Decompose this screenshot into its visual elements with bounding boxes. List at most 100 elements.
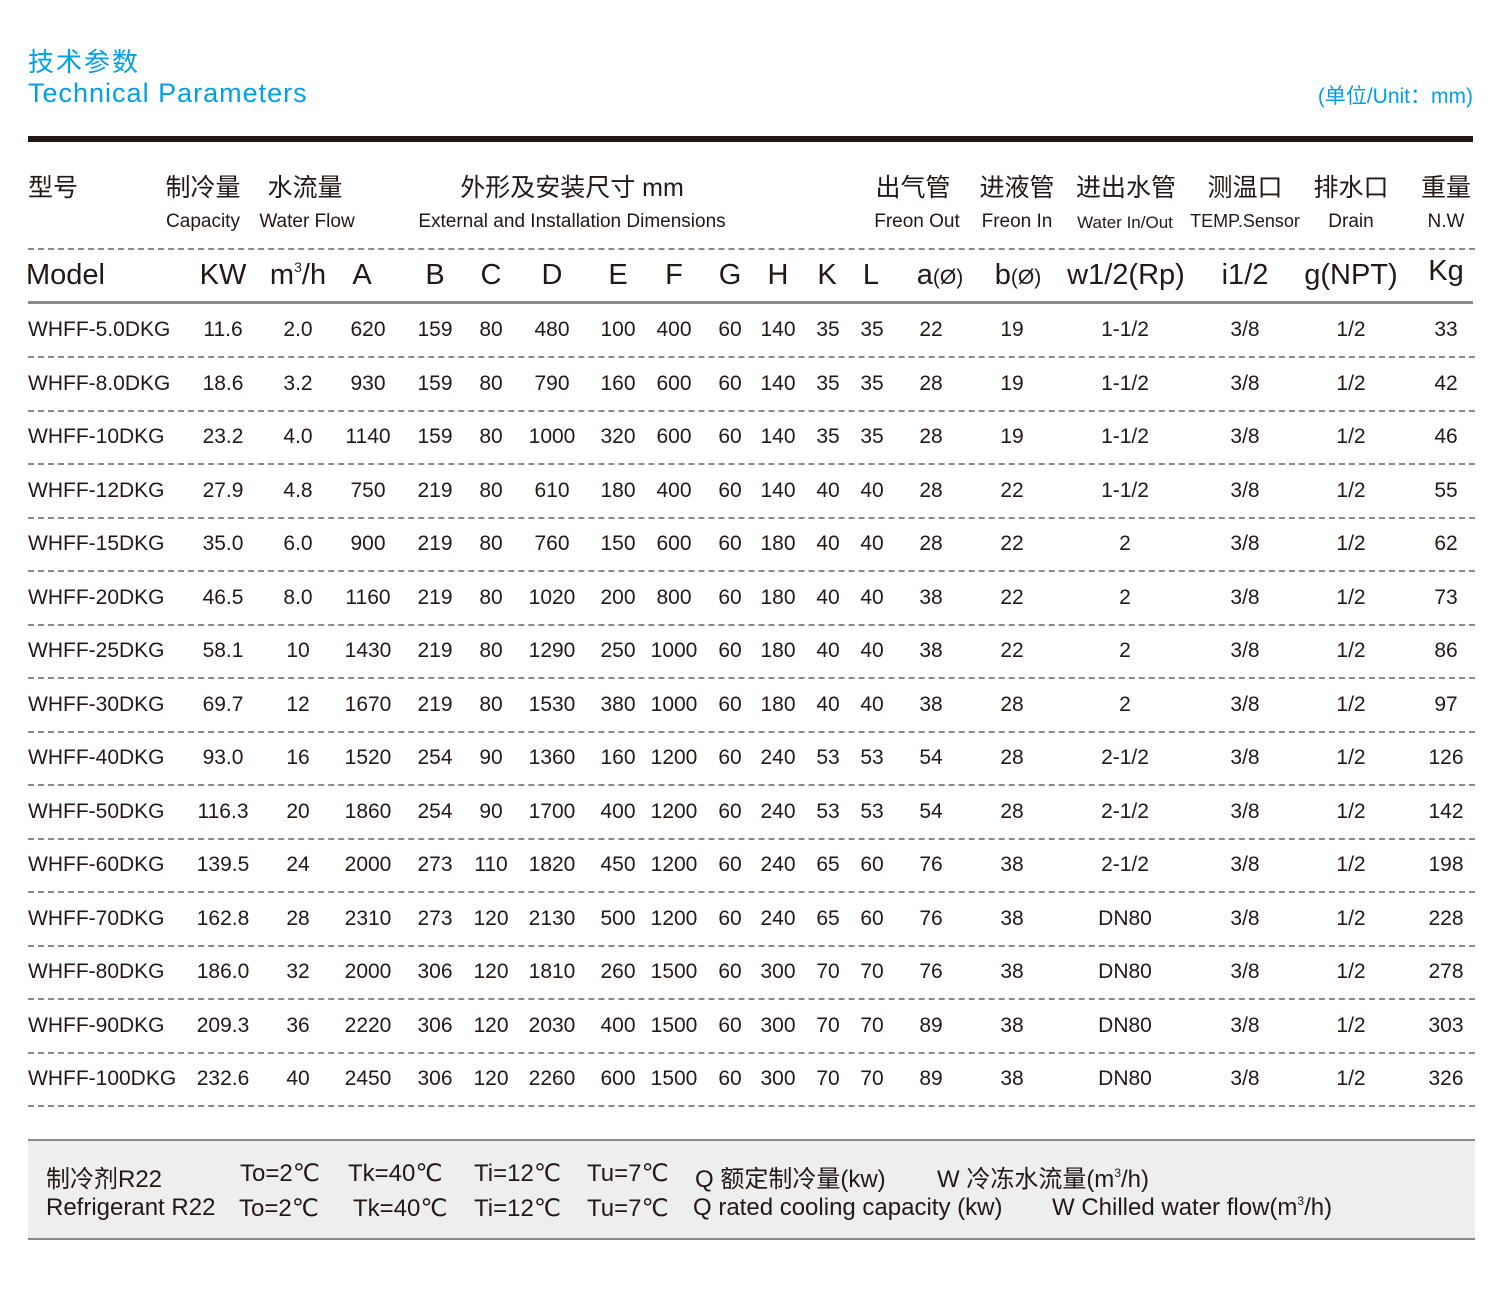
cell-b: 38 (1000, 906, 1024, 930)
cell-g: 1/2 (1336, 425, 1366, 448)
cell-kw: 162.8 (196, 906, 250, 930)
cell-B: 219 (417, 585, 453, 609)
cell-A: 1670 (344, 692, 392, 716)
note-w-en: W Chilled water flow(m3/h) (1052, 1194, 1332, 1222)
cell-i: 3/8 (1230, 425, 1260, 448)
header-solid-divider (28, 301, 1473, 304)
cell-a: 54 (919, 746, 943, 769)
cell-kg: 42 (1434, 371, 1458, 395)
cell-b: 22 (1000, 585, 1024, 609)
note-w-cn-sup: 3 (1114, 1166, 1121, 1180)
page-title-cn: 技术参数 (28, 47, 141, 77)
cell-G: 60 (718, 478, 742, 502)
row-divider (28, 1105, 1475, 1107)
row-divider (28, 677, 1475, 679)
cell-kg: 278 (1428, 960, 1464, 983)
cell-i: 3/8 (1230, 532, 1260, 555)
cell-A: 2450 (344, 1067, 392, 1090)
cell-flow: 8.0 (283, 585, 313, 609)
header-D: D (541, 259, 563, 291)
cell-model: WHFF-10DKG (28, 425, 165, 448)
note-q-cn: Q 额定制冷量(kw) (695, 1166, 886, 1193)
cell-kg: 86 (1434, 639, 1458, 662)
cell-i: 3/8 (1230, 639, 1260, 662)
row-divider (28, 1051, 1475, 1054)
cell-g: 1/2 (1336, 532, 1366, 555)
row-divider (28, 998, 1475, 1000)
cell-model: WHFF-5.0DKG (28, 318, 171, 341)
cell-E: 100 (600, 318, 636, 341)
header-B: B (425, 259, 445, 291)
cell-flow: 6.0 (283, 532, 313, 555)
cell-b: 28 (1000, 692, 1024, 716)
cell-flow: 36 (286, 1013, 310, 1037)
cell-a: 28 (919, 425, 943, 448)
cell-g: 1/2 (1336, 1013, 1366, 1037)
cell-flow: 10 (286, 639, 310, 662)
cell-D: 760 (534, 532, 570, 555)
header-a-diameter: (Ø) (932, 266, 964, 289)
cell-w: 2 (1119, 532, 1131, 555)
cell-i: 3/8 (1230, 318, 1260, 341)
cell-C: 80 (479, 425, 503, 448)
cell-K: 40 (816, 478, 840, 502)
cell-flow: 28 (286, 906, 310, 930)
cell-K: 70 (816, 1013, 840, 1037)
header-b-diameter: (Ø) (1010, 266, 1042, 289)
note-ti-cn: Ti=12℃ (474, 1160, 561, 1187)
cell-D: 610 (534, 478, 570, 502)
cell-i: 3/8 (1230, 799, 1260, 823)
cell-C: 80 (479, 478, 503, 502)
page-title-en: Technical Parameters (28, 78, 308, 108)
cell-D: 480 (534, 318, 570, 341)
cell-H: 140 (760, 425, 796, 448)
header-drain-cn: 排水口 (1313, 174, 1389, 202)
cell-L: 70 (860, 1013, 884, 1037)
cell-K: 35 (816, 425, 840, 448)
cell-H: 240 (760, 853, 796, 876)
cell-kg: 228 (1428, 906, 1464, 930)
cell-model: WHFF-80DKG (28, 960, 165, 983)
cell-g: 1/2 (1336, 639, 1366, 662)
cell-i: 3/8 (1230, 1013, 1260, 1037)
cell-F: 600 (656, 371, 692, 395)
header-water-in-out-en: Water In/Out (1077, 213, 1173, 232)
row-divider (28, 516, 1475, 519)
cell-D: 1360 (528, 746, 576, 769)
cell-F: 600 (656, 425, 692, 448)
cell-b: 22 (1000, 639, 1024, 662)
cell-kw: 58.1 (202, 639, 244, 662)
cell-A: 2000 (344, 960, 392, 983)
cell-G: 60 (718, 639, 742, 662)
cell-D: 1000 (528, 425, 576, 448)
cell-C: 90 (479, 799, 503, 823)
cell-H: 180 (760, 639, 796, 662)
header-weight-cn: 重量 (1420, 174, 1472, 202)
cell-flow: 4.8 (283, 478, 313, 502)
cell-G: 60 (718, 746, 742, 769)
header-temp-sensor-cn: 测温口 (1207, 174, 1283, 202)
cell-a: 89 (919, 1067, 943, 1090)
cell-flow: 4.0 (283, 425, 313, 448)
cell-B: 306 (417, 1067, 453, 1090)
note-tu-en: Tu=7℃ (587, 1195, 669, 1222)
cell-kg: 303 (1428, 1013, 1464, 1037)
cell-B: 159 (417, 371, 453, 395)
cell-flow: 2.0 (283, 318, 313, 341)
cell-G: 60 (718, 585, 742, 609)
cell-K: 40 (816, 532, 840, 555)
cell-model: WHFF-70DKG (28, 906, 165, 930)
cell-B: 219 (417, 692, 453, 716)
cell-kg: 46 (1434, 425, 1458, 448)
note-w-cn: W 冷冻水流量(m3/h) (937, 1159, 1149, 1194)
cell-kw: 116.3 (197, 799, 249, 823)
cell-F: 400 (656, 478, 692, 502)
cell-a: 28 (919, 371, 943, 395)
cell-E: 400 (600, 799, 636, 823)
cell-a: 28 (919, 478, 943, 502)
cell-B: 306 (417, 960, 453, 983)
header-capacity-cn: 制冷量 (165, 174, 241, 202)
cell-a: 28 (919, 532, 943, 555)
cell-w: 1-1/2 (1101, 478, 1149, 502)
cell-a: 76 (919, 853, 943, 876)
